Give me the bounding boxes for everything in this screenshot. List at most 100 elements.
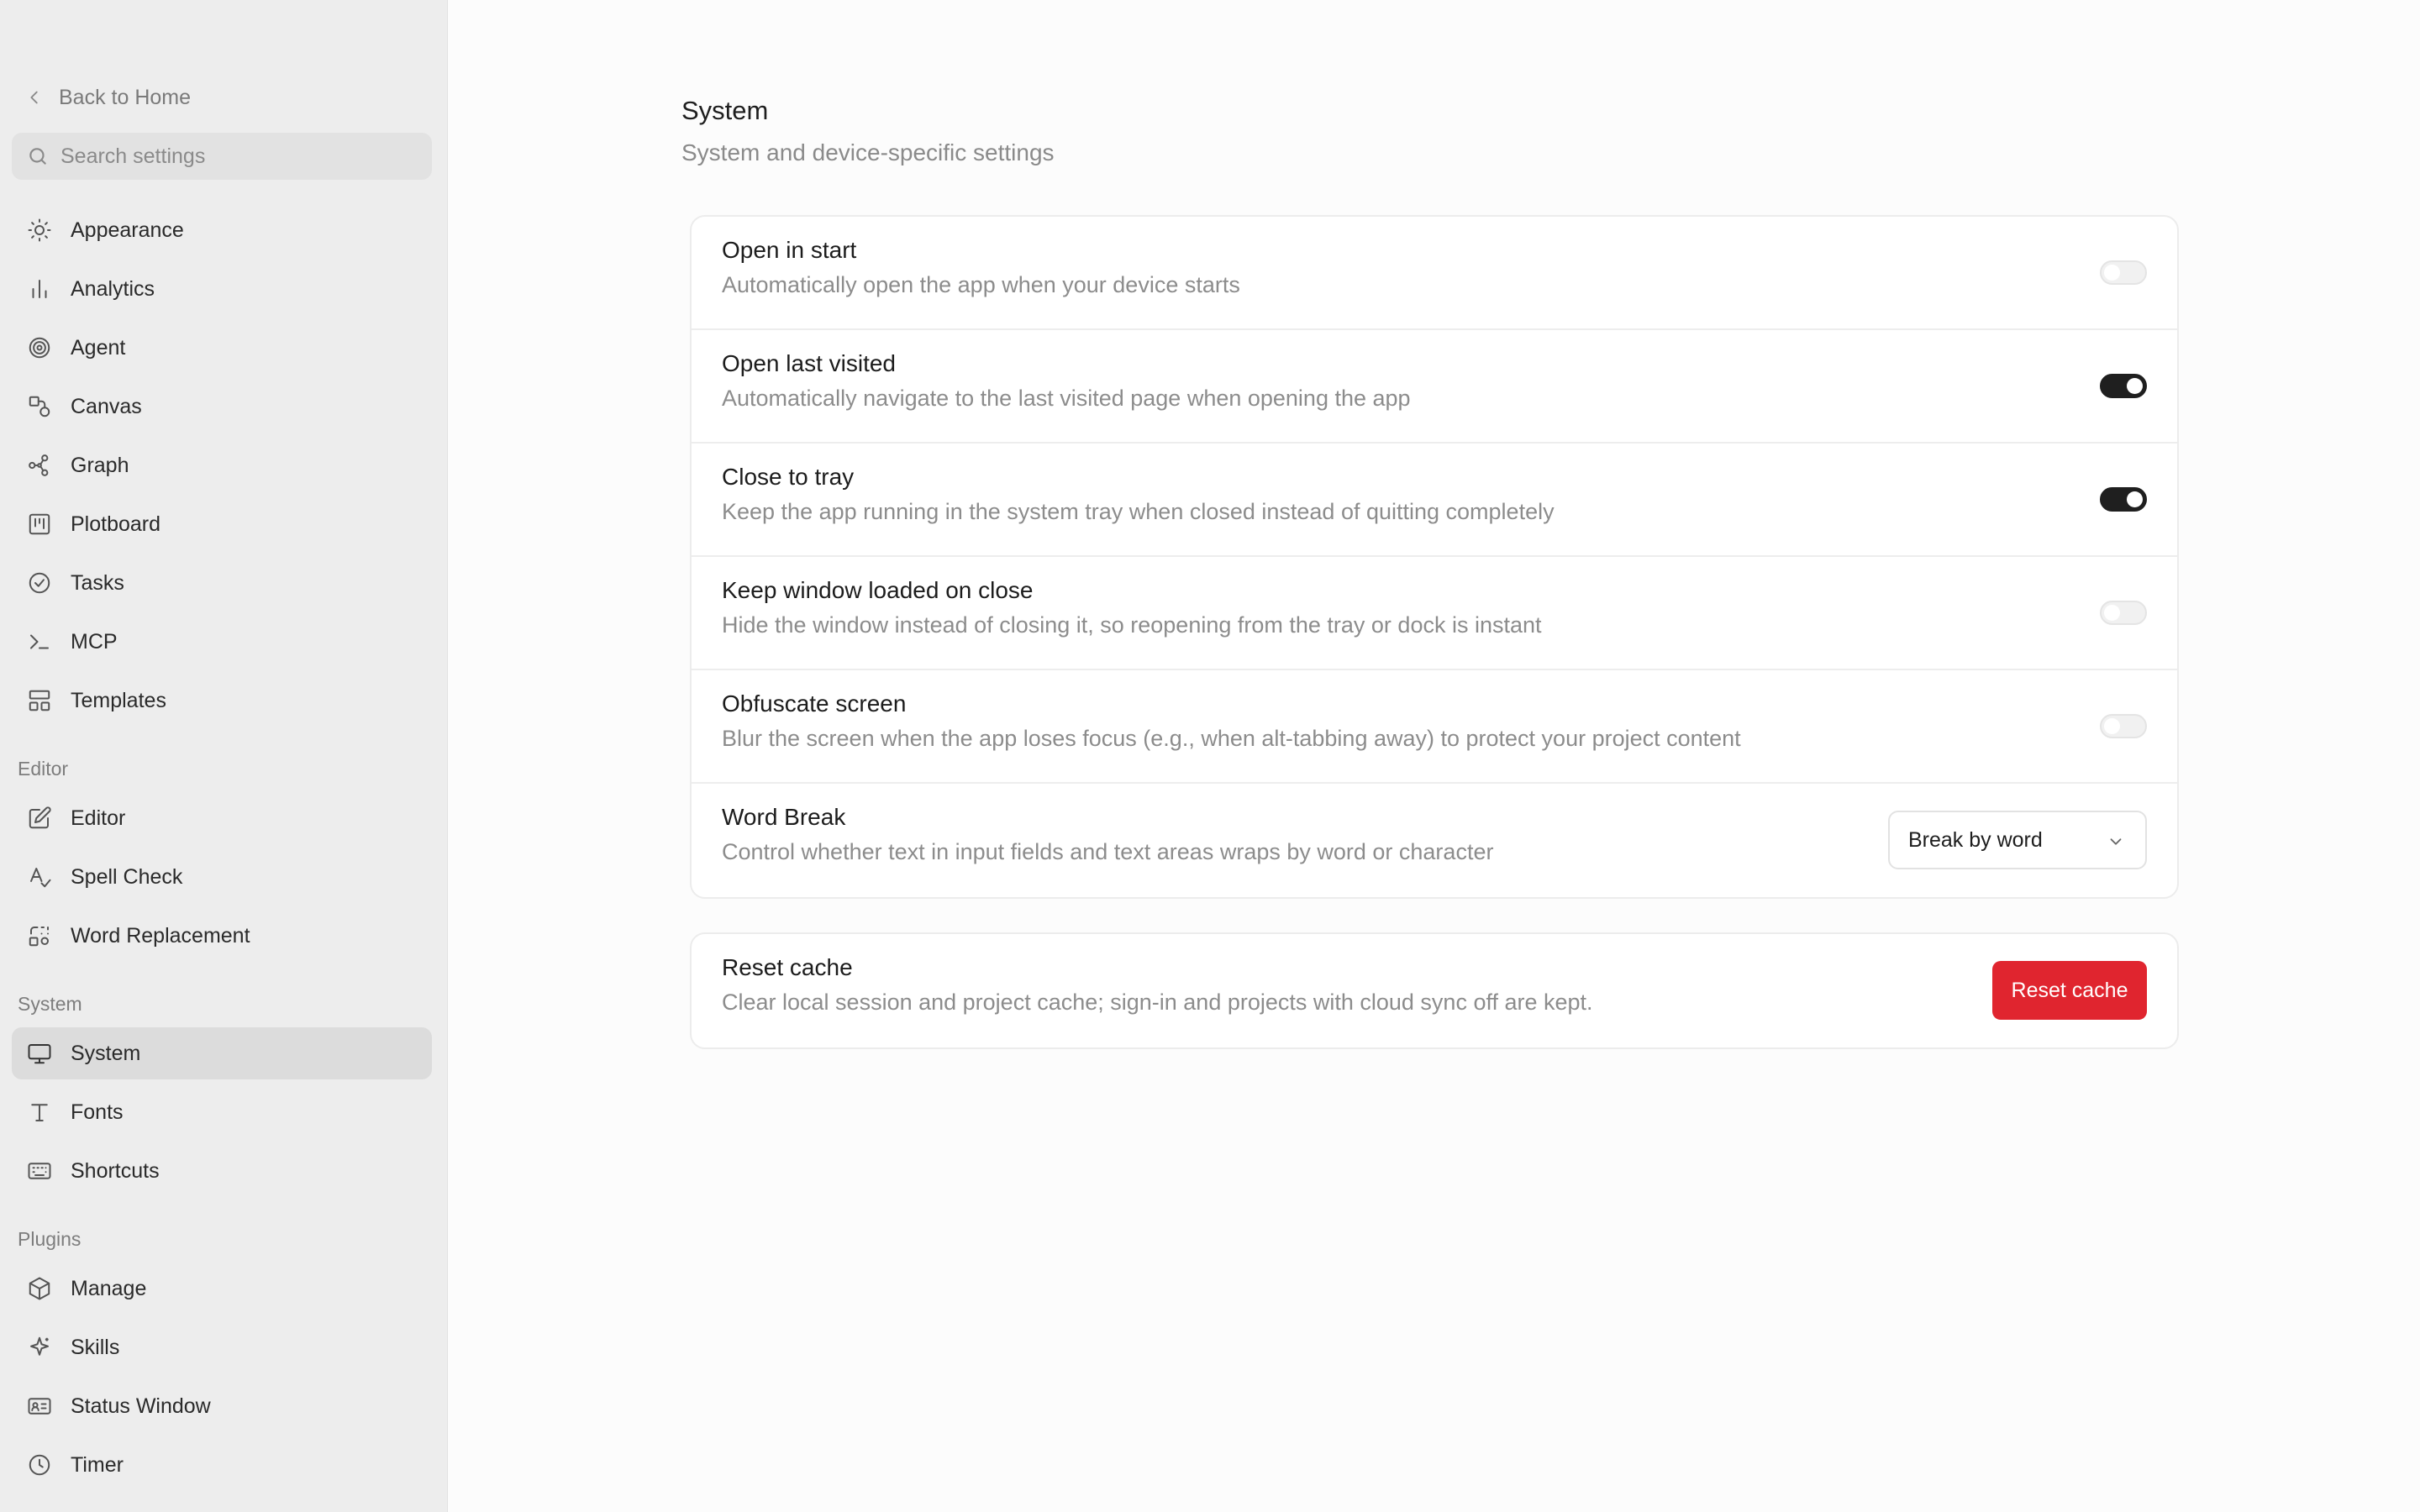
sidebar-item-shortcuts[interactable]: Shortcuts xyxy=(12,1145,432,1197)
setting-description: Automatically open the app when your dev… xyxy=(722,272,1240,297)
sidebar-item-label: Fonts xyxy=(71,1100,124,1124)
monitor-icon xyxy=(28,1044,51,1064)
sidebar-item-mcp[interactable]: MCP xyxy=(12,616,432,668)
setting-title: Keep window loaded on close xyxy=(722,577,1034,603)
reset-cache-button[interactable]: Reset cache xyxy=(1992,961,2147,1020)
sidebar-item-editor[interactable]: Editor xyxy=(12,792,432,844)
sidebar-item-appearance[interactable]: Appearance xyxy=(12,204,432,256)
toggle-knob xyxy=(2127,378,2143,394)
open-last-visited-toggle[interactable] xyxy=(2100,374,2147,398)
sidebar-item-label: Templates xyxy=(71,688,166,712)
sidebar-item-canvas[interactable]: Canvas xyxy=(12,381,432,433)
setting-row-open-in-start: Open in start Automatically open the app… xyxy=(692,217,2177,330)
sidebar-item-label: Status Window xyxy=(71,1394,211,1418)
sidebar-item-label: Plotboard xyxy=(71,512,161,536)
search-input[interactable] xyxy=(60,144,413,169)
sidebar-item-label: System xyxy=(71,1041,141,1065)
sidebar-item-label: Canvas xyxy=(71,394,142,418)
sidebar-item-label: Shortcuts xyxy=(71,1158,160,1183)
back-label: Back to Home xyxy=(59,85,192,109)
setting-row-close-to-tray: Close to tray Keep the app running in th… xyxy=(692,444,2177,557)
setting-row-reset-cache: Reset cache Clear local session and proj… xyxy=(692,934,2177,1047)
group-label-editor: Editor xyxy=(18,758,69,780)
layout-icon xyxy=(29,690,50,711)
check-circle-icon xyxy=(29,572,50,594)
close-to-tray-toggle[interactable] xyxy=(2100,487,2147,512)
replace-icon xyxy=(29,927,49,947)
page-title: System xyxy=(681,96,769,125)
sidebar-item-plotboard[interactable]: Plotboard xyxy=(12,498,432,550)
toggle-knob xyxy=(2104,265,2120,281)
settings-sidebar: Back to Home Appearance Analytics Agent … xyxy=(0,0,447,1512)
setting-title: Close to tray xyxy=(722,464,855,490)
toggle-knob xyxy=(2104,718,2120,734)
obfuscate-screen-toggle[interactable] xyxy=(2100,714,2147,738)
sidebar-item-timer[interactable]: Timer xyxy=(12,1439,432,1491)
sidebar-item-label: Skills xyxy=(71,1335,120,1359)
group-label-plugins: Plugins xyxy=(18,1228,82,1250)
setting-row-obfuscate-screen: Obfuscate screen Blur the screen when th… xyxy=(692,670,2177,784)
sidebar-item-label: Manage xyxy=(71,1276,147,1300)
sidebar-item-label: Timer xyxy=(71,1452,124,1477)
graph-icon xyxy=(29,454,49,476)
setting-description: Clear local session and project cache; s… xyxy=(722,990,1593,1015)
toggle-knob xyxy=(2127,491,2143,507)
search-box[interactable] xyxy=(12,133,432,180)
sidebar-item-status-window[interactable]: Status Window xyxy=(12,1380,432,1432)
sidebar-item-label: Word Replacement xyxy=(71,923,250,948)
setting-title: Open in start xyxy=(722,237,857,263)
bar-chart-icon xyxy=(32,280,47,298)
reset-cache-card: Reset cache Clear local session and proj… xyxy=(690,932,2179,1049)
sidebar-item-fonts[interactable]: Fonts xyxy=(12,1086,432,1138)
sidebar-item-spell-check[interactable]: Spell Check xyxy=(12,851,432,903)
setting-description: Keep the app running in the system tray … xyxy=(722,499,1555,524)
back-to-home-link[interactable]: Back to Home xyxy=(25,79,191,116)
chevron-left-icon xyxy=(30,91,38,104)
select-value: Break by word xyxy=(1908,827,2043,852)
sidebar-item-graph[interactable]: Graph xyxy=(12,439,432,491)
setting-description: Blur the screen when the app loses focus… xyxy=(722,726,1741,751)
clock-icon xyxy=(29,1454,50,1476)
sidebar-item-agent[interactable]: Agent xyxy=(12,322,432,374)
setting-row-keep-window-loaded: Keep window loaded on close Hide the win… xyxy=(692,557,2177,670)
sidebar-item-label: Editor xyxy=(71,806,126,830)
search-icon xyxy=(29,148,46,165)
settings-main: System System and device-specific settin… xyxy=(447,0,2420,1512)
sidebar-item-label: MCP xyxy=(71,629,118,654)
setting-title: Obfuscate screen xyxy=(722,690,907,717)
sidebar-item-skills[interactable]: Skills xyxy=(12,1321,432,1373)
word-break-select[interactable]: Break by word xyxy=(1888,811,2147,869)
group-label-system: System xyxy=(18,993,82,1015)
sidebar-item-system[interactable]: System xyxy=(12,1027,432,1079)
sidebar-item-label: Appearance xyxy=(71,218,184,242)
setting-title: Reset cache xyxy=(722,954,853,980)
chevron-down-icon xyxy=(2110,838,2122,845)
sidebar-item-templates[interactable]: Templates xyxy=(12,675,432,727)
sidebar-item-word-replacement[interactable]: Word Replacement xyxy=(12,910,432,962)
setting-title: Word Break xyxy=(722,804,846,830)
sidebar-item-label: Graph xyxy=(71,453,129,477)
kanban-icon xyxy=(29,513,50,535)
sidebar-item-manage[interactable]: Manage xyxy=(12,1263,432,1315)
sun-icon xyxy=(28,218,51,242)
terminal-icon xyxy=(30,634,49,649)
sparkle-icon xyxy=(30,1336,49,1356)
type-icon xyxy=(31,1104,48,1121)
toggle-knob xyxy=(2104,605,2120,621)
setting-description: Automatically navigate to the last visit… xyxy=(722,386,1411,411)
package-icon xyxy=(29,1277,50,1300)
open-in-start-toggle[interactable] xyxy=(2100,260,2147,285)
id-card-icon xyxy=(28,1398,51,1415)
sidebar-item-tasks[interactable]: Tasks xyxy=(12,557,432,609)
sidebar-item-analytics[interactable]: Analytics xyxy=(12,263,432,315)
shapes-icon xyxy=(29,396,50,417)
edit-icon xyxy=(29,806,51,829)
keyboard-icon xyxy=(28,1163,51,1179)
sidebar-item-label: Analytics xyxy=(71,276,155,301)
setting-description: Control whether text in input fields and… xyxy=(722,839,1494,864)
settings-card: Open in start Automatically open the app… xyxy=(690,215,2179,899)
setting-row-open-last-visited: Open last visited Automatically navigate… xyxy=(692,330,2177,444)
spiral-icon xyxy=(29,337,50,359)
keep-window-loaded-toggle[interactable] xyxy=(2100,601,2147,625)
setting-description: Hide the window instead of closing it, s… xyxy=(722,612,1542,638)
